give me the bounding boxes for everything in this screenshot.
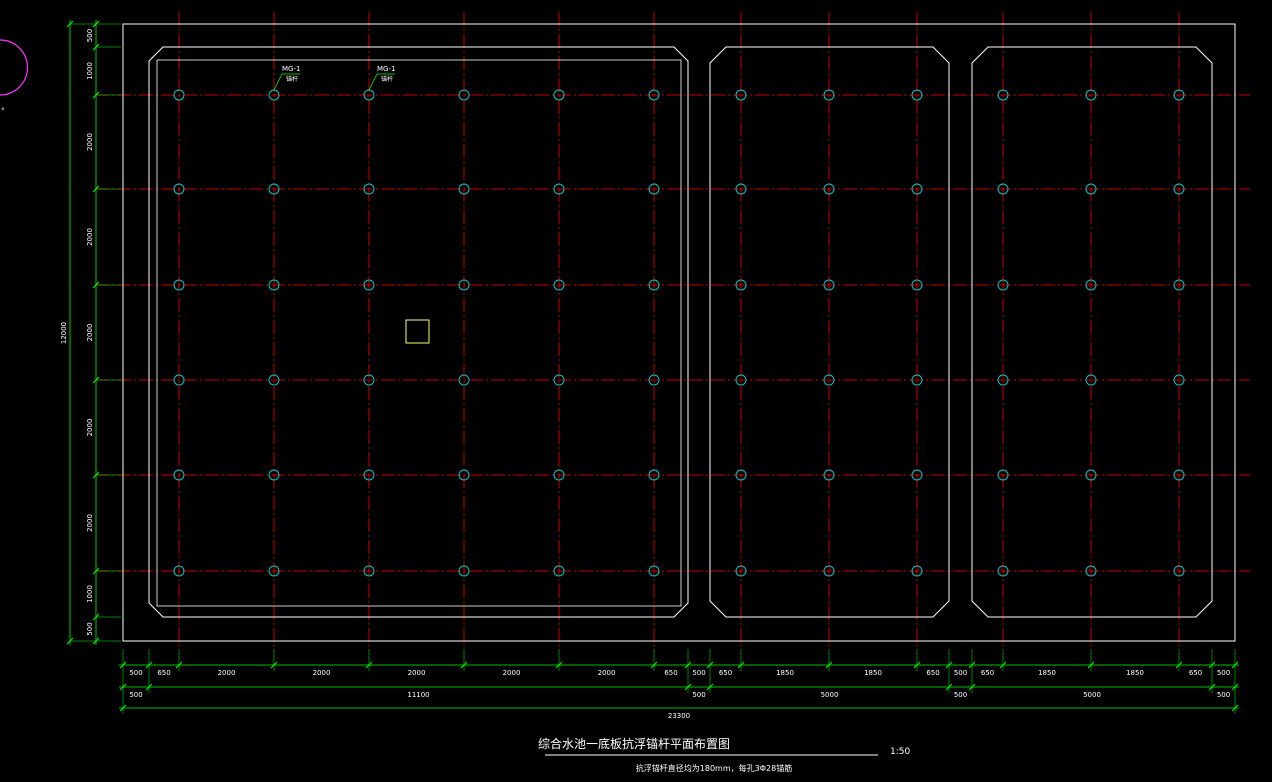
dim-label-bottom-row1: 650 <box>981 669 994 677</box>
slab-outer-outline <box>122 23 1236 642</box>
dim-label-bottom-row1: 2000 <box>408 669 426 677</box>
dim-label-bottom-row1: 650 <box>719 669 732 677</box>
slab-outlines <box>122 23 1236 642</box>
dim-label-left: 1000 <box>86 585 94 603</box>
dim-label-left: 2000 <box>86 419 94 437</box>
dim-label-bottom-row1: 2000 <box>503 669 521 677</box>
dim-label-left: 2000 <box>86 324 94 342</box>
dim-label-bottom-row2: 5000 <box>821 691 839 699</box>
dim-label-bottom-row2: 500 <box>1217 691 1230 699</box>
dim-label-bottom-row2: 500 <box>129 691 142 699</box>
leader-code: MG-1 <box>377 65 395 73</box>
dim-label-bottom-row1: 650 <box>926 669 939 677</box>
dim-label-bottom-row2: 500 <box>692 691 705 699</box>
dim-label-bottom-row1: 500 <box>1217 669 1230 677</box>
dim-label-bottom-row1: 1850 <box>1126 669 1144 677</box>
leader-sub: 锚杆 <box>381 75 393 83</box>
dim-label-bottom-row2: 5000 <box>1083 691 1101 699</box>
chamber-outline-1 <box>148 46 689 618</box>
dim-label-left: 1000 <box>86 62 94 80</box>
dim-label-bottom-row1: 1850 <box>864 669 882 677</box>
dim-label-bottom-row1: 650 <box>1189 669 1202 677</box>
dim-label-bottom-row1: 650 <box>664 669 677 677</box>
dim-label-overall-height: 12000 <box>60 322 68 344</box>
leader-code: MG-1 <box>282 65 300 73</box>
leader-sub: 锚杆 <box>286 75 298 83</box>
plan-drawing: 500 1000 2000 2000 2000 2000 2000 1000 500 12000 5… <box>0 12 1250 773</box>
dim-label-bottom-row1: 500 <box>954 669 967 677</box>
axis-grid <box>95 12 1250 650</box>
dim-label-left: 500 <box>86 622 94 635</box>
drawing-scale: 1:50 <box>890 747 910 757</box>
dim-label-left: 2000 <box>86 133 94 151</box>
dim-label-bottom-row2: 500 <box>954 691 967 699</box>
dim-label-bottom-row1: 1850 <box>1038 669 1056 677</box>
dim-label-bottom-row1: 500 <box>692 669 705 677</box>
dimension-lines: 500 1000 2000 2000 2000 2000 2000 1000 500 12000 5… <box>60 20 1239 720</box>
dim-label-left: 2000 <box>86 228 94 246</box>
anchor-grid <box>173 89 1185 577</box>
drawing-title: 综合水池一底板抗浮锚杆平面布置图 <box>538 736 730 751</box>
dim-label-bottom-row2: 11100 <box>407 691 429 699</box>
dim-label-left: 500 <box>86 29 94 42</box>
drawing-note: 抗浮锚杆直径均为180mm，每孔3Φ28锚筋 <box>636 763 792 773</box>
view-arc <box>0 39 29 96</box>
chamber-outline-3 <box>971 46 1213 618</box>
chamber-inner-outline-1 <box>156 59 682 607</box>
dim-label-bottom-overall: 23300 <box>668 712 690 720</box>
dim-label-bottom-row1: 500 <box>129 669 142 677</box>
dim-label-bottom-row1: 2000 <box>218 669 236 677</box>
arc-glyph: ° <box>1 107 5 115</box>
cad-drawing-viewport[interactable]: 500 1000 2000 2000 2000 2000 2000 1000 500 12000 5… <box>0 0 1272 778</box>
dim-label-bottom-row1: 1850 <box>776 669 794 677</box>
dim-label-bottom-row1: 2000 <box>313 669 331 677</box>
dim-label-left: 2000 <box>86 514 94 532</box>
dim-label-bottom-row1: 650 <box>157 669 170 677</box>
marker-square <box>405 319 430 344</box>
annotations: ° MG-1 锚杆 MG-1 锚杆综合水池一底板抗浮锚杆平面布置图 1:50 抗浮锚杆直径均… <box>0 39 910 773</box>
dim-label-bottom-row1: 2000 <box>598 669 616 677</box>
